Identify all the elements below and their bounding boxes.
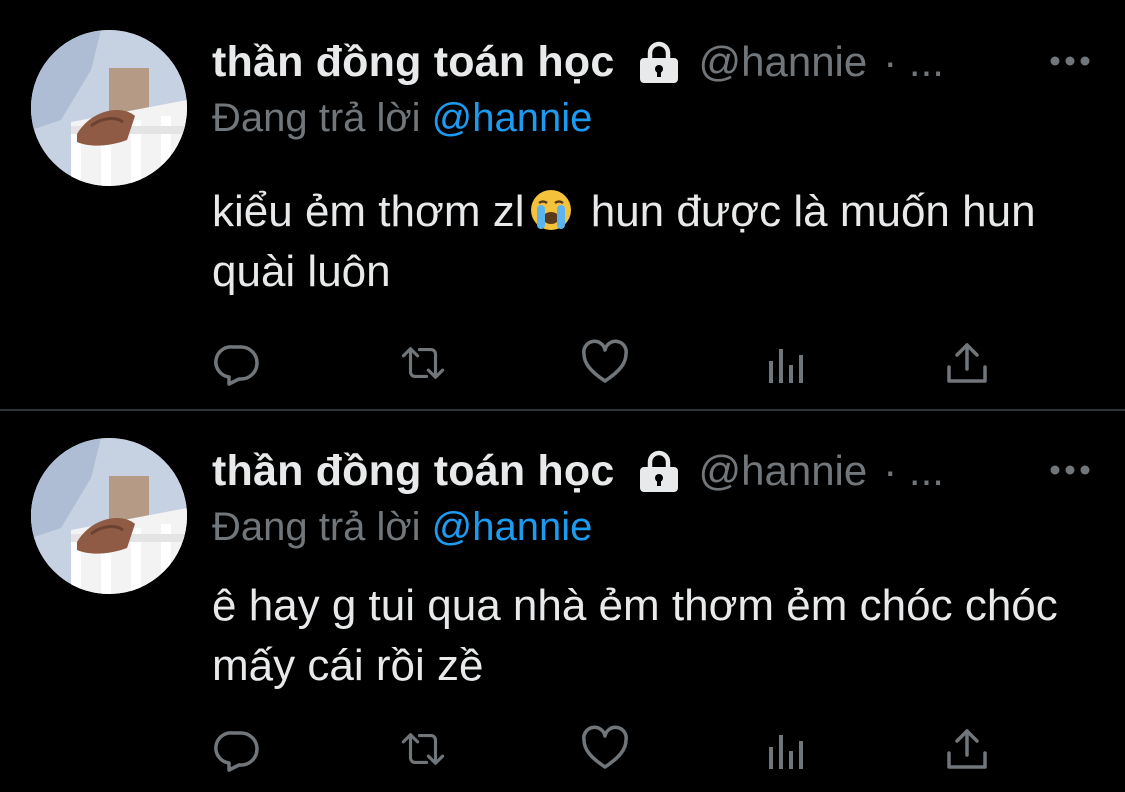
replying-to: Đang trả lời @hannie <box>212 96 592 141</box>
tweet-actions <box>212 724 1002 774</box>
like-icon <box>582 725 628 769</box>
share-icon <box>947 343 987 383</box>
replying-prefix: Đang trả lời <box>212 96 421 140</box>
like-button[interactable] <box>580 338 630 388</box>
tweet-header: thần đồng toán học @hannie · ... <box>212 32 1095 92</box>
reply-icon <box>214 345 259 386</box>
like-icon <box>582 339 628 383</box>
reply-button[interactable] <box>212 338 262 388</box>
analytics-icon <box>769 735 803 769</box>
avatar-image <box>31 30 187 186</box>
tweet-text: kiểu ẻm thơm zl hun được là muốn hun quà… <box>212 182 1092 302</box>
tweet-text: ê hay g tui qua nhà ẻm thơm ẻm chóc chóc… <box>212 581 1058 690</box>
display-name[interactable]: thần đồng toán học <box>212 38 614 87</box>
tweet[interactable]: thần đồng toán học @hannie · ... Đang tr… <box>0 412 1125 792</box>
share-button[interactable] <box>942 338 992 388</box>
share-button[interactable] <box>942 724 992 774</box>
more-options-icon[interactable] <box>1045 46 1095 76</box>
tweet-header: thần đồng toán học @hannie · ... <box>212 441 1095 501</box>
lock-icon <box>640 41 679 83</box>
user-handle[interactable]: @hannie <box>698 447 867 495</box>
reply-icon <box>214 731 259 772</box>
tweet-actions <box>212 338 1002 388</box>
retweet-button[interactable] <box>398 724 448 774</box>
timestamp-separator: · ... <box>883 38 944 85</box>
replying-to: Đang trả lời @hannie <box>212 505 592 550</box>
retweet-button[interactable] <box>398 338 448 388</box>
analytics-icon <box>769 349 803 383</box>
analytics-button[interactable] <box>762 724 812 774</box>
analytics-button[interactable] <box>762 338 812 388</box>
avatar[interactable] <box>31 438 187 594</box>
retweet-icon <box>401 347 445 379</box>
reply-button[interactable] <box>212 724 262 774</box>
divider <box>0 409 1125 411</box>
display-name[interactable]: thần đồng toán học <box>212 447 614 496</box>
timestamp-separator: · ... <box>883 447 944 494</box>
user-handle[interactable]: @hannie <box>698 38 867 86</box>
more-options-icon[interactable] <box>1045 455 1095 485</box>
tweet-text-part: kiểu ẻm thơm zl <box>212 187 525 236</box>
mention-link[interactable]: @hannie <box>432 96 593 140</box>
retweet-icon <box>401 733 445 765</box>
like-button[interactable] <box>580 724 630 774</box>
loudly-crying-face-icon <box>530 190 571 230</box>
avatar[interactable] <box>31 30 187 186</box>
avatar-image <box>31 438 187 594</box>
mention-link[interactable]: @hannie <box>432 505 593 549</box>
tweet[interactable]: thần đồng toán học @hannie · ... Đang tr… <box>0 0 1125 410</box>
replying-prefix: Đang trả lời <box>212 505 421 549</box>
share-icon <box>947 729 987 769</box>
lock-icon <box>640 450 679 492</box>
